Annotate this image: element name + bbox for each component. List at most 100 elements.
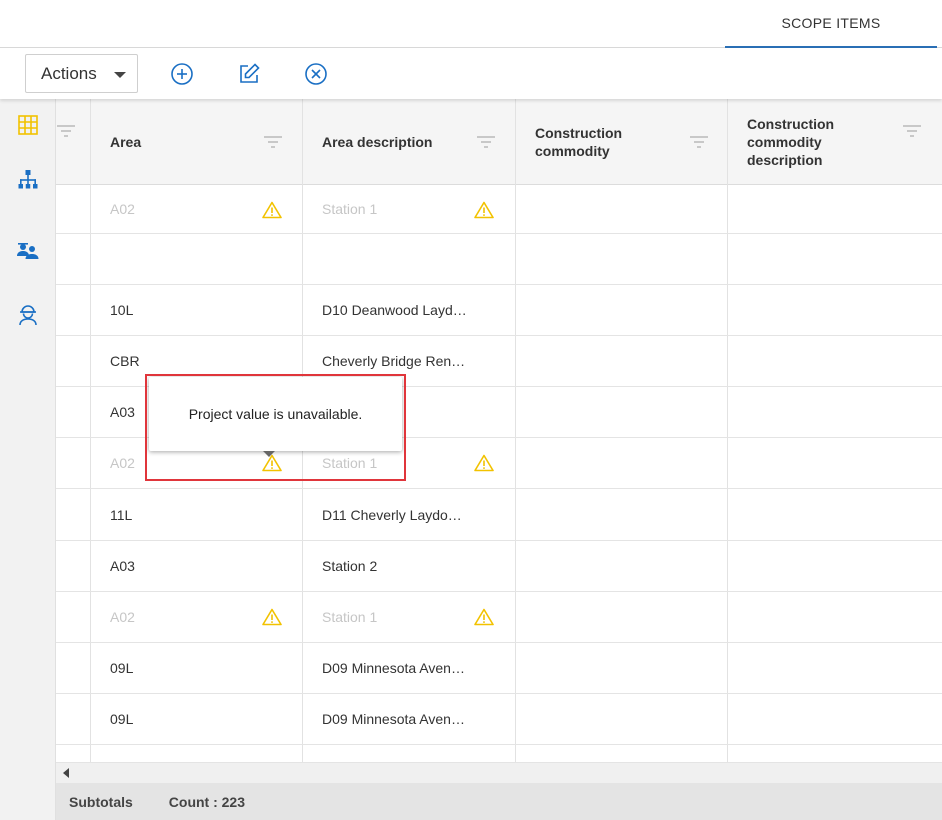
column-header-construction-commodity[interactable]: Construction commodity	[515, 99, 727, 185]
cell-value: 09L	[110, 660, 134, 676]
column-header-construction-commodity-description[interactable]: Construction commodity description	[727, 99, 942, 185]
table-cell-area[interactable]: 09L	[90, 694, 302, 744]
cell-value: 11L	[110, 506, 133, 523]
table-cell-commodity[interactable]	[515, 541, 727, 591]
cell-value: 10L	[110, 302, 134, 318]
table-cell-commodity[interactable]	[515, 285, 727, 335]
table-row[interactable]: A03 Station 2	[56, 541, 942, 592]
table-cell-commodity[interactable]	[515, 489, 727, 540]
table-cell-commodity-desc[interactable]	[727, 336, 942, 386]
table-cell-commodity[interactable]	[515, 438, 727, 488]
table-cell-commodity[interactable]	[515, 387, 727, 437]
table-cell-commodity[interactable]	[515, 185, 727, 233]
cell-value: A03	[110, 558, 135, 574]
table-row[interactable]: A02 Station 1	[56, 185, 942, 234]
table-row[interactable]: 09L D09 Minnesota Aven…	[56, 694, 942, 745]
people-group-icon[interactable]	[16, 240, 40, 264]
table-cell-area[interactable]: A02	[90, 185, 302, 233]
table-cell-commodity-desc[interactable]	[727, 643, 942, 693]
filter-icon[interactable]	[57, 125, 75, 137]
filter-icon[interactable]	[477, 136, 495, 148]
filter-icon[interactable]	[264, 136, 282, 148]
table-cell-commodity-desc[interactable]	[727, 438, 942, 488]
table-cell-desc[interactable]: D10 Deanwood Layd…	[302, 285, 515, 335]
warning-tooltip: Project value is unavailable.	[149, 377, 402, 451]
table-cell-commodity-desc[interactable]	[727, 387, 942, 437]
table-cell-desc[interactable]: D11 Cheverly Laydo…	[302, 489, 515, 540]
warning-icon[interactable]	[262, 608, 282, 626]
table-cell-desc[interactable]	[302, 234, 515, 284]
top-bar: SCOPE ITEMS	[0, 0, 942, 48]
cell-value: A02	[110, 455, 135, 471]
table-cell-commodity[interactable]	[515, 643, 727, 693]
table-cell-area[interactable]: 11L	[90, 489, 302, 540]
table-cell-desc[interactable]: Station 2	[302, 541, 515, 591]
view-sidebar	[0, 99, 56, 820]
table-cell-commodity-desc[interactable]	[727, 489, 942, 540]
warning-icon[interactable]	[474, 454, 494, 472]
hierarchy-icon[interactable]	[16, 168, 40, 192]
table-cell-commodity-desc[interactable]	[727, 234, 942, 284]
table-row[interactable]: 10L D10 Deanwood Layd…	[56, 285, 942, 336]
table-cell-area[interactable]: 10L	[90, 285, 302, 335]
table-cell-commodity-desc[interactable]	[727, 541, 942, 591]
table-cell-commodity[interactable]	[515, 592, 727, 642]
warning-icon[interactable]	[474, 608, 494, 626]
table-cell-commodity-desc[interactable]	[727, 694, 942, 744]
warning-icon[interactable]	[262, 201, 282, 219]
table-cell-commodity-desc[interactable]	[727, 185, 942, 233]
warning-icon[interactable]	[474, 201, 494, 219]
grid-header: Area Area description Construction commo…	[56, 99, 942, 185]
toolbar: Actions	[0, 48, 942, 99]
count-label: Count : 223	[168, 793, 246, 810]
table-cell-area[interactable]: A03	[90, 541, 302, 591]
scroll-left-arrow-icon[interactable]	[63, 768, 69, 778]
table-cell	[56, 489, 90, 540]
cell-value: D11 Cheverly Laydo…	[322, 506, 462, 523]
table-row[interactable]: 09L D09 Minnesota Aven…	[56, 643, 942, 694]
table-cell-desc[interactable]: Station 1	[302, 592, 515, 642]
table-cell-commodity[interactable]	[515, 336, 727, 386]
table-cell-commodity[interactable]	[515, 234, 727, 284]
table-cell-commodity-desc[interactable]	[727, 285, 942, 335]
table-cell	[56, 592, 90, 642]
table-cell-commodity[interactable]	[515, 694, 727, 744]
filter-icon[interactable]	[903, 125, 921, 137]
column-header-label: Area description	[322, 134, 433, 150]
add-circle-icon[interactable]	[170, 62, 194, 86]
cell-value: A02	[110, 201, 135, 217]
cancel-circle-icon[interactable]	[304, 62, 328, 86]
table-cell-area[interactable]: 09L	[90, 643, 302, 693]
table-cell-area[interactable]: A02	[90, 592, 302, 642]
filter-icon[interactable]	[690, 136, 708, 148]
column-header-partial	[56, 99, 90, 185]
edit-icon[interactable]	[237, 62, 261, 86]
table-cell	[56, 745, 90, 762]
cell-value: A02	[110, 609, 135, 625]
table-row[interactable]	[56, 234, 942, 285]
grid-icon[interactable]	[16, 113, 40, 137]
actions-dropdown[interactable]: Actions	[25, 54, 138, 93]
table-cell-desc[interactable]: Station 1	[302, 185, 515, 233]
table-row[interactable]: A02 Station 1	[56, 592, 942, 643]
actions-label: Actions	[41, 63, 97, 83]
table-cell-desc[interactable]: D09 Minnesota Aven…	[302, 643, 515, 693]
cell-value: D09 Minnesota Aven…	[322, 711, 465, 727]
table-cell-desc[interactable]: D09 Minnesota Aven…	[302, 694, 515, 744]
cell-value: CBR	[110, 353, 140, 369]
horizontal-scrollbar[interactable]	[56, 763, 942, 783]
table-cell-commodity-desc[interactable]	[727, 592, 942, 642]
column-header-area[interactable]: Area	[90, 99, 302, 185]
table-cell-area[interactable]	[90, 234, 302, 284]
tab-scope-items[interactable]: SCOPE ITEMS	[725, 0, 937, 48]
table-cell	[56, 387, 90, 437]
column-header-label: Construction commodity	[535, 125, 623, 159]
grid-footer: Subtotals Count : 223	[56, 783, 942, 820]
table-row[interactable]: 11L D11 Cheverly Laydo…	[56, 489, 942, 541]
tooltip-tail	[263, 451, 275, 457]
column-header-area-description[interactable]: Area description	[302, 99, 515, 185]
table-cell	[56, 694, 90, 744]
table-row	[56, 745, 942, 763]
cell-value: D09 Minnesota Aven…	[322, 660, 465, 676]
worker-icon[interactable]	[16, 303, 40, 327]
